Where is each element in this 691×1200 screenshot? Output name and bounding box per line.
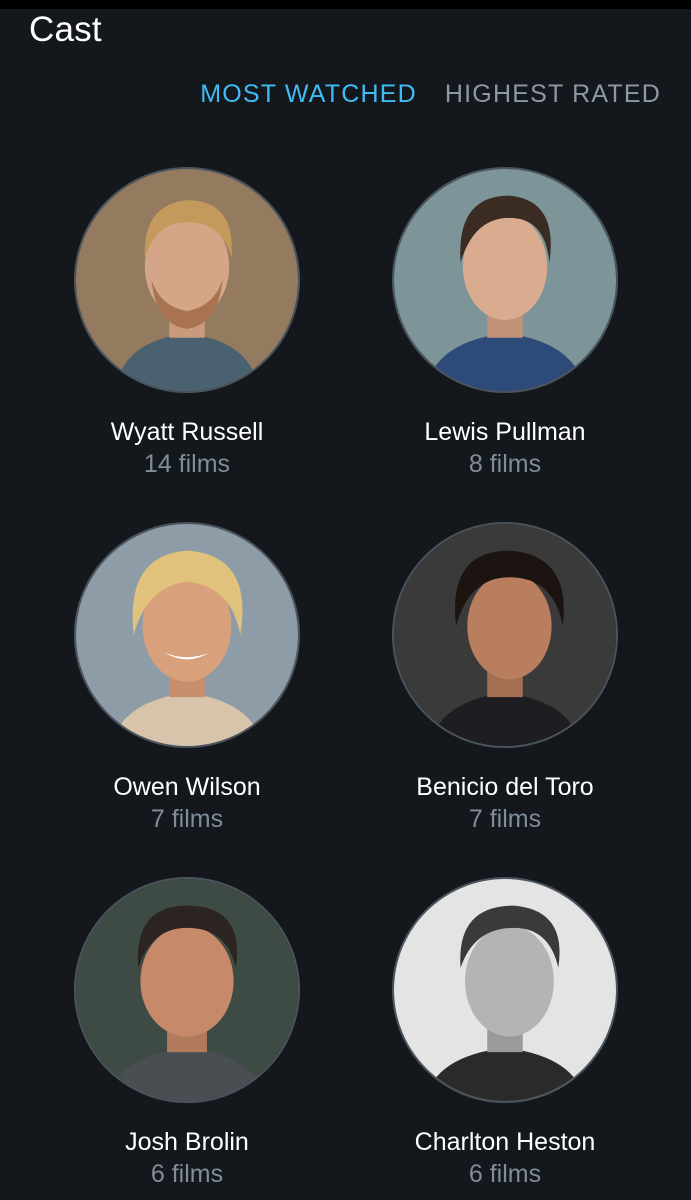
actor-photo[interactable] xyxy=(74,877,300,1103)
headshot-icon xyxy=(76,169,298,391)
cast-card-owen-wilson[interactable]: Owen Wilson 7 films xyxy=(27,522,347,834)
status-bar-strip xyxy=(0,0,691,9)
actor-name[interactable]: Lewis Pullman xyxy=(345,417,665,447)
actor-name[interactable]: Benicio del Toro xyxy=(345,772,665,802)
actor-photo[interactable] xyxy=(392,877,618,1103)
page-title: Cast xyxy=(29,10,102,49)
cast-card-lewis-pullman[interactable]: Lewis Pullman 8 films xyxy=(345,167,665,479)
cast-card-josh-brolin[interactable]: Josh Brolin 6 films xyxy=(27,877,347,1189)
film-count: 7 films xyxy=(468,805,542,833)
actor-name[interactable]: Josh Brolin xyxy=(27,1127,347,1157)
cast-card-benicio-del-toro[interactable]: Benicio del Toro 7 films xyxy=(345,522,665,834)
actor-photo[interactable] xyxy=(392,167,618,393)
headshot-icon xyxy=(394,169,616,391)
film-count: 7 films xyxy=(150,805,224,833)
tab-most-watched[interactable]: MOST WATCHED xyxy=(200,80,417,109)
actor-name[interactable]: Owen Wilson xyxy=(27,772,347,802)
actor-name[interactable]: Wyatt Russell xyxy=(27,417,347,447)
headshot-icon xyxy=(76,524,298,746)
cast-card-wyatt-russell[interactable]: Wyatt Russell 14 films xyxy=(27,167,347,479)
actor-photo[interactable] xyxy=(74,167,300,393)
headshot-icon xyxy=(76,879,298,1101)
headshot-icon xyxy=(394,879,616,1101)
tab-highest-rated[interactable]: HIGHEST RATED xyxy=(445,80,661,109)
headshot-icon xyxy=(394,524,616,746)
film-count: 8 films xyxy=(468,450,542,478)
actor-name[interactable]: Charlton Heston xyxy=(345,1127,665,1157)
actor-photo[interactable] xyxy=(392,522,618,748)
actor-photo[interactable] xyxy=(74,522,300,748)
film-count: 6 films xyxy=(468,1160,542,1188)
film-count: 14 films xyxy=(143,450,231,478)
sort-tabs: MOST WATCHED HIGHEST RATED xyxy=(200,80,661,109)
cast-card-charlton-heston[interactable]: Charlton Heston 6 films xyxy=(345,877,665,1189)
film-count: 6 films xyxy=(150,1160,224,1188)
